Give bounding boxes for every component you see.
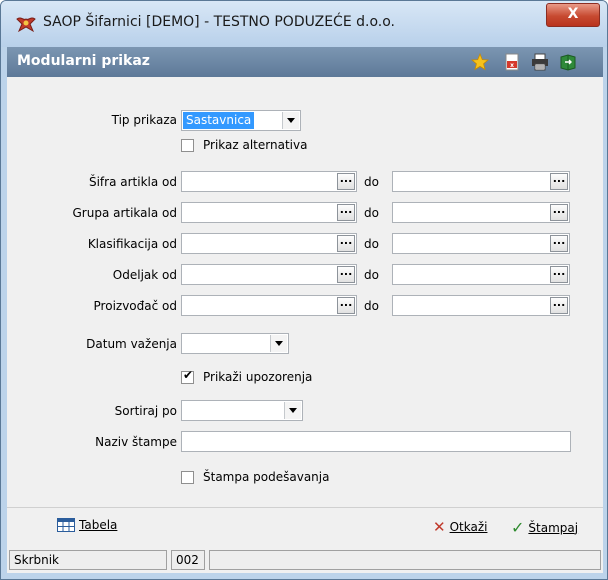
checkmark-icon: ✓: [511, 518, 525, 537]
window-title: SAOP Šifarnici [DEMO] - TESTNO PODUZEĆE …: [43, 14, 395, 30]
cancel-x-icon: ✕: [433, 518, 446, 536]
klasifikacija-to-field[interactable]: ...: [392, 233, 570, 254]
grupa-artikala-to-field[interactable]: ...: [392, 202, 570, 223]
range-to-label: do: [364, 175, 379, 189]
browse-button[interactable]: ...: [337, 204, 355, 221]
browse-button[interactable]: ...: [550, 297, 568, 314]
browse-button[interactable]: ...: [337, 266, 355, 283]
browse-button[interactable]: ...: [337, 173, 355, 190]
klasifikacija-from-field[interactable]: ...: [181, 233, 357, 254]
sifra-artikla-label: Šifra artikla od: [88, 175, 177, 189]
close-button[interactable]: X: [546, 3, 600, 27]
status-code: 002: [171, 550, 205, 570]
sortiraj-po-dropdown[interactable]: [181, 400, 303, 421]
range-to-label: do: [364, 206, 379, 220]
klasifikacija-label: Klasifikacija od: [87, 237, 177, 251]
otkazi-label: Otkaži: [449, 520, 488, 534]
datum-vazenja-label: Datum važenja: [86, 337, 177, 351]
browse-button[interactable]: ...: [337, 235, 355, 252]
title-bar[interactable]: SAOP Šifarnici [DEMO] - TESTNO PODUZEĆE …: [1, 1, 607, 47]
prikaz-alternativa-checkbox[interactable]: [181, 139, 194, 152]
proizvodjac-label: Proizvođač od: [93, 299, 177, 313]
form-area: Tip prikaza Sastavnica Prikaz alternativ…: [7, 77, 603, 507]
tabela-button[interactable]: Tabela: [57, 518, 117, 532]
table-icon: [57, 518, 75, 532]
browse-button[interactable]: ...: [550, 204, 568, 221]
button-bar: Tabela ✕ Otkaži ✓ Štampaj: [7, 507, 603, 547]
chevron-down-icon[interactable]: [282, 112, 299, 129]
panel-header: Modularni prikaz x: [7, 47, 603, 77]
status-bar: Skrbnik 002: [7, 547, 603, 573]
pdf-icon[interactable]: x: [503, 53, 521, 71]
sortiraj-po-label: Sortiraj po: [114, 404, 177, 418]
datum-vazenja-dropdown[interactable]: [181, 333, 289, 354]
browse-button[interactable]: ...: [550, 173, 568, 190]
panel-title: Modularni prikaz: [17, 53, 150, 69]
naziv-stampe-label: Naziv štampe: [95, 435, 177, 449]
range-to-label: do: [364, 299, 379, 313]
range-to-label: do: [364, 237, 379, 251]
chevron-down-icon[interactable]: [284, 402, 301, 419]
odeljak-from-field[interactable]: ...: [181, 264, 357, 285]
checkmark-icon: ✔: [183, 368, 194, 382]
sifra-artikla-from-field[interactable]: ...: [181, 171, 357, 192]
browse-button[interactable]: ...: [550, 235, 568, 252]
stampaj-label: Štampaj: [528, 520, 579, 535]
printer-icon[interactable]: [531, 53, 549, 71]
main-window: SAOP Šifarnici [DEMO] - TESTNO PODUZEĆE …: [0, 0, 608, 580]
stampa-podesavanja-checkbox[interactable]: [181, 471, 194, 484]
stampa-podesavanja-label: Štampa podešavanja: [203, 470, 330, 484]
odeljak-label: Odeljak od: [112, 268, 177, 282]
odeljak-to-field[interactable]: ...: [392, 264, 570, 285]
status-user: Skrbnik: [9, 550, 167, 570]
status-empty-panel: [209, 550, 601, 570]
proizvodjac-from-field[interactable]: ...: [181, 295, 357, 316]
book-exit-icon[interactable]: [559, 53, 577, 71]
tip-prikaza-value: Sastavnica: [183, 112, 255, 129]
prikazi-upozorenja-label: Prikaži upozorenja: [203, 370, 313, 384]
sifra-artikla-to-field[interactable]: ...: [392, 171, 570, 192]
browse-button[interactable]: ...: [550, 266, 568, 283]
tip-prikaza-label: Tip prikaza: [111, 113, 177, 127]
naziv-stampe-input[interactable]: [181, 431, 571, 452]
otkazi-button[interactable]: ✕ Otkaži: [433, 518, 487, 536]
grupa-artikala-from-field[interactable]: ...: [181, 202, 357, 223]
browse-button[interactable]: ...: [337, 297, 355, 314]
range-to-label: do: [364, 268, 379, 282]
tabela-label: Tabela: [79, 518, 118, 532]
grupa-artikala-label: Grupa artikala od: [72, 206, 177, 220]
app-logo-icon: [16, 17, 36, 33]
prikazi-upozorenja-checkbox[interactable]: ✔: [181, 368, 194, 384]
svg-text:x: x: [510, 62, 514, 69]
stampaj-button[interactable]: ✓ Štampaj: [511, 518, 578, 537]
chevron-down-icon[interactable]: [270, 335, 287, 352]
prikaz-alternativa-label: Prikaz alternativa: [203, 138, 308, 152]
tip-prikaza-dropdown[interactable]: Sastavnica: [181, 110, 301, 131]
star-icon[interactable]: [471, 53, 489, 71]
proizvodjac-to-field[interactable]: ...: [392, 295, 570, 316]
